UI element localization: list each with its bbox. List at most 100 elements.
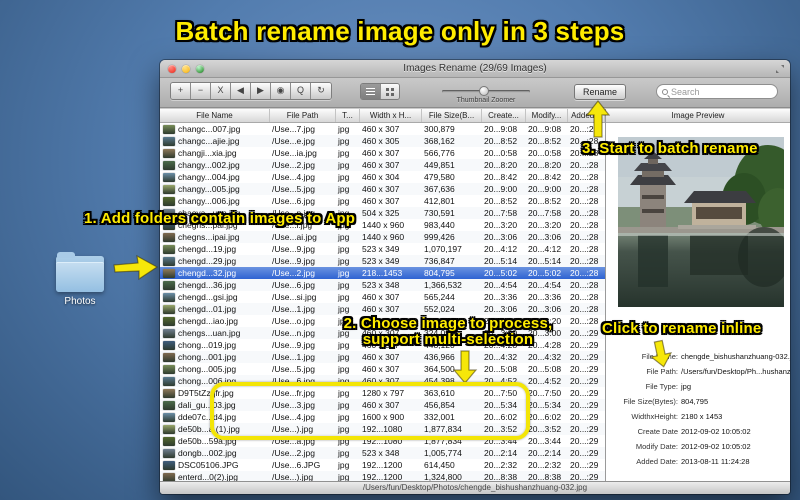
thumbnail-icon (163, 388, 175, 398)
search-field[interactable]: Search (656, 84, 778, 99)
table-row[interactable]: chengd...32.jpg/Use...2.jpg jpg 218...1453… (160, 267, 605, 279)
column-header[interactable]: File Size(B... (422, 109, 482, 122)
cell-dim: 1440 x 960 (362, 220, 405, 230)
photos-folder[interactable]: Photos (52, 248, 108, 307)
quicklook-button[interactable]: ◉ (271, 83, 291, 99)
cell-added: 20...:28 (570, 256, 599, 266)
step1-annotation: 1. Add folders contain images to App (84, 210, 356, 227)
slider-knob[interactable] (478, 86, 489, 96)
list-view-button[interactable] (361, 84, 380, 99)
cell-path: /Use...o.jpg (272, 316, 315, 326)
cell-type: jpg (338, 244, 350, 254)
column-header[interactable]: T... (336, 109, 360, 122)
table-row[interactable]: dongb...002.jpg/Use...2.jpg jpg 523 x 348 1… (160, 447, 605, 459)
metadata-value[interactable]: 2012-09-02 10:05:02 (678, 427, 751, 436)
cell-created: 20...8:20 (484, 160, 518, 170)
close-button[interactable] (168, 65, 176, 73)
cell-created: 20...2:14 (484, 448, 518, 458)
table-row[interactable]: enterd...0(2).jpg/Use...).jpg jpg 192...12… (160, 471, 605, 481)
table-row[interactable]: changy...006.jpg/Use...6.jpg jpg 460 x 307… (160, 195, 605, 207)
minimize-button[interactable] (182, 65, 190, 73)
cell-name: changc...ajie.jpg (178, 136, 240, 146)
delete-button[interactable]: X (211, 83, 231, 99)
table-row[interactable]: chengd...01.jpg/Use...1.jpg jpg 460 x 307 5… (160, 303, 605, 315)
cell-path: /Use...ia.jpg (272, 148, 317, 158)
cell-dim: 523 x 349 (362, 244, 400, 254)
thumbnail-icon (163, 292, 175, 302)
cell-size: 449,851 (424, 160, 455, 170)
cell-size: 736,847 (424, 256, 455, 266)
thumbnail-icon (163, 340, 175, 350)
add-button[interactable]: + (171, 83, 191, 99)
metadata-value[interactable]: chengde_bishushanzhuang-032.jpg (678, 352, 790, 361)
cell-added: 20...:29 (570, 460, 599, 470)
cell-modified: 20...8:38 (528, 472, 562, 481)
remove-button[interactable]: − (191, 83, 211, 99)
cell-path: /Use...2.jpg (272, 160, 315, 170)
cell-path: /Use...9.jpg (272, 244, 315, 254)
title-bar[interactable]: Images Rename (29/69 Images) (160, 60, 790, 78)
table-row[interactable]: changy...005.jpg/Use...5.jpg jpg 460 x 307… (160, 183, 605, 195)
table-row[interactable]: chong...005.jpg/Use...5.jpg jpg 460 x 307 3… (160, 363, 605, 375)
table-row[interactable]: changy...004.jpg/Use...4.jpg jpg 460 x 304… (160, 171, 605, 183)
metadata-value[interactable]: jpg (678, 382, 691, 391)
metadata-value[interactable]: 2012-09-02 10:05:02 (678, 442, 751, 451)
cell-modified: 20...8:52 (528, 196, 562, 206)
column-header[interactable]: Width x H... (360, 109, 422, 122)
thumbnail-icon (163, 352, 175, 362)
cell-size: 479,580 (424, 172, 455, 182)
column-header[interactable]: File Name (160, 109, 270, 122)
column-header[interactable]: Create... (482, 109, 526, 122)
cell-size: 730,591 (424, 208, 455, 218)
cell-modified: 20...2:32 (528, 460, 562, 470)
cell-name: changy...006.jpg (178, 196, 240, 206)
cell-path: /Use...1.jpg (272, 304, 315, 314)
column-header[interactable]: Modify... (526, 109, 568, 122)
table-row[interactable]: chengd...29.jpg/Use...9.jpg jpg 523 x 349 7… (160, 255, 605, 267)
table-row[interactable]: changy...002.jpg/Use...2.jpg jpg 460 x 307… (160, 159, 605, 171)
table-row[interactable]: DSC05106.JPG/Use...6.JPG jpg 192...1200 614… (160, 459, 605, 471)
cell-added: 20...:29 (570, 424, 599, 434)
zoom-button[interactable] (196, 65, 204, 73)
table-row[interactable]: chengd...36.jpg/Use...6.jpg jpg 523 x 348 1… (160, 279, 605, 291)
table-row[interactable]: chong...001.jpg/Use...1.jpg jpg 460 x 307 4… (160, 351, 605, 363)
table-row[interactable]: changc...007.jpg/Use...7.jpg jpg 460 x 307… (160, 123, 605, 135)
cell-size: 1,005,774 (424, 448, 462, 458)
cell-type: jpg (338, 472, 350, 481)
cell-added: 20...:29 (570, 364, 599, 374)
table-row[interactable]: changji...xia.jpg/Use...ia.jpg jpg 460 x 3… (160, 147, 605, 159)
rename-button[interactable]: Rename (574, 84, 626, 100)
table-row[interactable]: chengd...19.jpg/Use...9.jpg jpg 523 x 349 1… (160, 243, 605, 255)
cell-path: /Use...2.jpg (272, 268, 315, 278)
thumbnail-icon (163, 424, 175, 434)
cell-dim: 460 x 307 (362, 148, 400, 158)
cell-name: chengd...iao.jpg (178, 316, 239, 326)
refresh-button[interactable]: ↻ (311, 83, 331, 99)
cell-modified: 20...4:52 (528, 376, 562, 386)
metadata-fields: File Name:chengde_bishushanzhuang-032.jp… (606, 349, 790, 469)
thumbnail-zoomer-slider[interactable] (442, 86, 530, 96)
next-button[interactable]: ▶ (251, 83, 271, 99)
grid-view-button[interactable] (380, 84, 399, 99)
metadata-value[interactable]: 2013-08-11 11:24:28 (678, 457, 750, 466)
cell-created: 20...3:06 (484, 304, 518, 314)
column-header[interactable]: File Path (270, 109, 336, 122)
desktop-background: Batch rename image only in 3 steps Photo… (0, 0, 800, 500)
cell-type: jpg (338, 148, 350, 158)
zoom-button[interactable]: Q (291, 83, 311, 99)
cell-name: chegns...ipai.jpg (178, 232, 240, 242)
metadata-value[interactable]: 804,795 (678, 397, 708, 406)
cell-created: 20...5:02 (484, 268, 518, 278)
cell-path: /Use...6.JPG (272, 460, 321, 470)
prev-button[interactable]: ◀ (231, 83, 251, 99)
toolbar-button-group: + − X ◀ ▶ ◉ Q ↻ (170, 82, 332, 100)
metadata-value[interactable]: 2180 x 1453 (678, 412, 722, 421)
metadata-value[interactable]: /Users/fun/Desktop/Ph...hushanzhuang-032… (678, 367, 790, 376)
cell-name: changy...004.jpg (178, 172, 240, 182)
table-row[interactable]: chegns...ipai.jpg/Use...ai.jpg jpg 1440 x … (160, 231, 605, 243)
cell-name: changc...007.jpg (178, 124, 241, 134)
fullscreen-icon[interactable] (775, 64, 785, 74)
table-row[interactable]: changc...ajie.jpg/Use...e.jpg jpg 460 x 30… (160, 135, 605, 147)
thumbnail-icon (163, 436, 175, 446)
table-row[interactable]: chengd...gsi.jpg/Use...si.jpg jpg 460 x 30… (160, 291, 605, 303)
